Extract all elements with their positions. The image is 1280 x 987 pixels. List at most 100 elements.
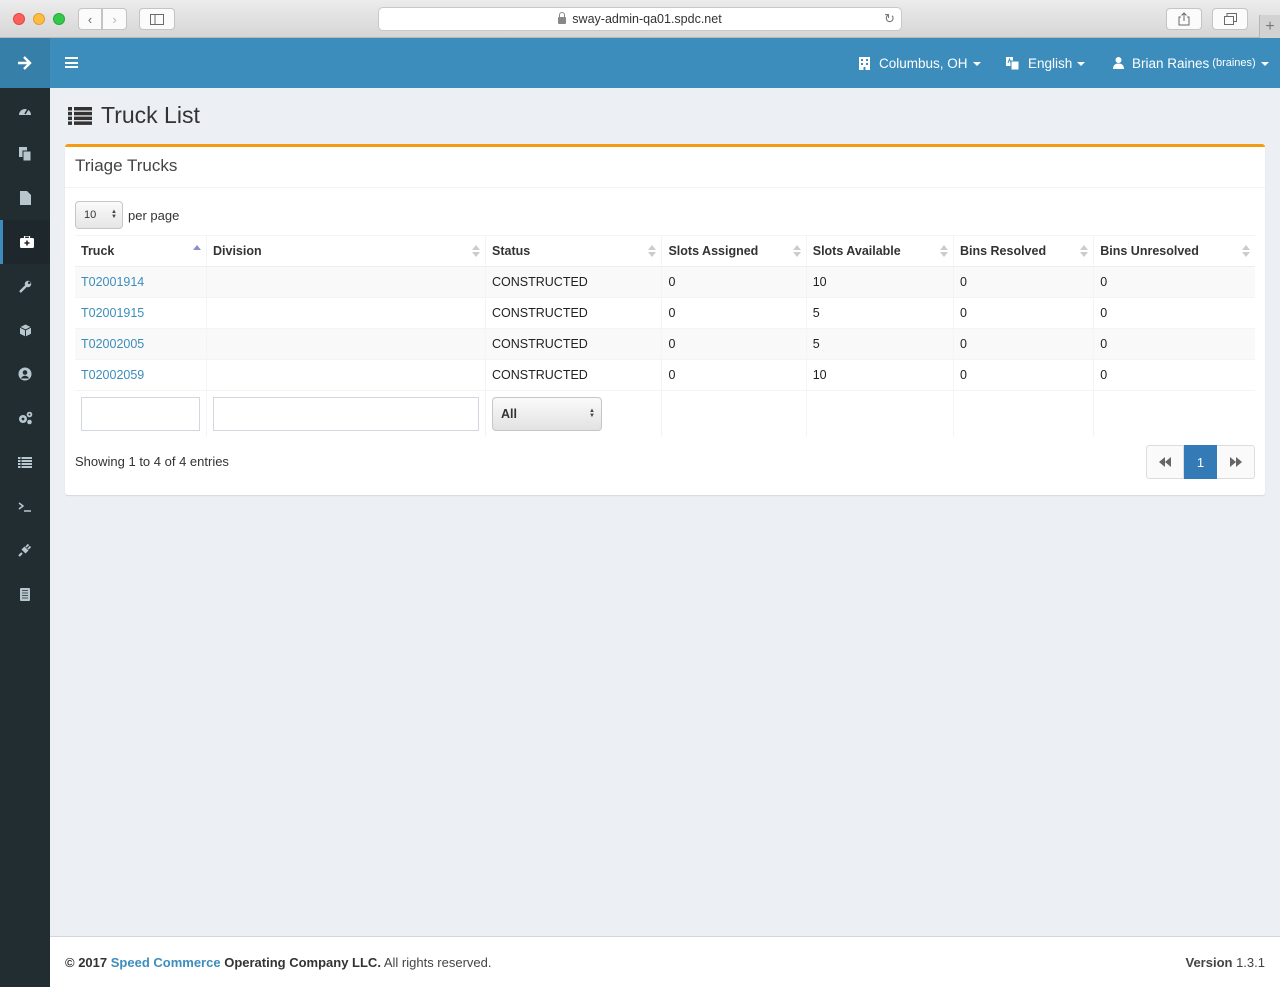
sidebar-item-triage[interactable] xyxy=(0,220,50,264)
column-header-status[interactable]: Status xyxy=(484,235,662,267)
company-link[interactable]: Speed Commerce xyxy=(111,955,221,970)
dashboard-icon xyxy=(19,108,31,115)
caret-down-icon xyxy=(1260,62,1269,66)
user-name: Brian Raines xyxy=(1132,55,1210,71)
cell-division xyxy=(206,359,486,391)
sort-icon xyxy=(472,245,480,259)
location-label: Columbus, OH xyxy=(879,55,968,71)
user-dropdown[interactable]: Brian Raines (braines) xyxy=(1113,38,1269,88)
table-info: Showing 1 to 4 of 4 entries xyxy=(75,454,229,469)
table-row: T02001915 CONSTRUCTED 0 5 0 0 xyxy=(75,297,1255,329)
sidebar-item-copy[interactable] xyxy=(0,132,50,176)
column-header-bins-resolved[interactable]: Bins Resolved xyxy=(952,235,1094,267)
share-button[interactable] xyxy=(1166,8,1202,30)
sort-icon xyxy=(939,245,948,259)
plug-icon xyxy=(18,543,32,557)
cell-bins-unresolved: 0 xyxy=(1093,297,1255,329)
box-title: Triage Trucks xyxy=(65,147,1265,188)
list-icon xyxy=(18,456,32,468)
zoom-window-button[interactable] xyxy=(53,13,65,25)
cell-truck: T02002059 xyxy=(75,359,207,391)
sort-asc-icon xyxy=(193,245,201,259)
location-dropdown[interactable]: Columbus, OH xyxy=(859,38,981,88)
cell-slots-available: 10 xyxy=(805,359,954,391)
pagination: 1 xyxy=(1146,445,1255,479)
page-title-text: Truck List xyxy=(101,102,200,128)
cell-bins-resolved: 0 xyxy=(952,266,1094,298)
cell-status: CONSTRUCTED xyxy=(484,266,662,298)
book-icon xyxy=(20,587,30,601)
minimize-window-button[interactable] xyxy=(33,13,45,25)
plus-icon: + xyxy=(1265,17,1275,35)
column-header-slots-available[interactable]: Slots Available xyxy=(805,235,954,267)
sidebar-item-dashboard[interactable] xyxy=(0,88,50,132)
sidebar-item-plugins[interactable] xyxy=(0,528,50,572)
select-arrows-icon: ▲ ▼ xyxy=(111,209,117,220)
page-1-button[interactable]: 1 xyxy=(1184,445,1217,479)
copyright: © 2017 Speed Commerce Operating Company … xyxy=(65,955,492,970)
url-text: sway-admin-qa01.spdc.net xyxy=(572,12,722,26)
sidebar-item-console[interactable] xyxy=(0,484,50,528)
sort-icon xyxy=(792,245,801,259)
reload-icon[interactable]: ↻ xyxy=(884,11,895,27)
last-page-button[interactable] xyxy=(1217,445,1255,479)
menu-toggle-icon[interactable] xyxy=(65,57,78,68)
column-header-division[interactable]: Division xyxy=(206,235,486,267)
select-arrows-icon: ▲ ▼ xyxy=(589,407,595,419)
trucks-table: Truck Division Status Slots Assigned Slo… xyxy=(75,235,1255,437)
cell-slots-available: 10 xyxy=(805,266,954,298)
column-header-slots-assigned[interactable]: Slots Assigned xyxy=(661,235,807,267)
status-filter-value: All xyxy=(501,406,517,421)
per-page-select[interactable]: 10 ▲ ▼ xyxy=(75,201,123,229)
sidebar-item-file[interactable] xyxy=(0,176,50,220)
language-dropdown[interactable]: English xyxy=(1006,38,1086,88)
top-navbar: Columbus, OH English Brian Raines (brain… xyxy=(50,38,1280,88)
truck-link[interactable]: T02002005 xyxy=(81,337,144,351)
per-page-value: 10 xyxy=(84,209,97,221)
brand-logo[interactable] xyxy=(0,38,50,88)
cell-division xyxy=(206,297,486,329)
sidebar-item-users[interactable] xyxy=(0,352,50,396)
new-tab-button[interactable]: + xyxy=(1259,15,1280,38)
per-page-label: per page xyxy=(128,207,180,223)
cell-slots-available: 5 xyxy=(805,328,954,360)
cell-bins-unresolved: 0 xyxy=(1093,266,1255,298)
sidebar-item-lists[interactable] xyxy=(0,440,50,484)
browser-back-button[interactable]: ‹ xyxy=(78,8,102,30)
table-row: T02001914 CONSTRUCTED 0 10 0 0 xyxy=(75,266,1255,298)
division-filter-input[interactable] xyxy=(213,396,479,431)
show-tabs-button[interactable] xyxy=(1212,8,1248,30)
truck-link[interactable]: T02001914 xyxy=(81,275,144,289)
sidebar-icon xyxy=(150,13,164,25)
cell-bins-resolved: 0 xyxy=(952,328,1094,360)
first-page-button[interactable] xyxy=(1146,445,1184,479)
column-header-bins-unresolved[interactable]: Bins Unresolved xyxy=(1093,235,1255,267)
sidebar-item-docs[interactable] xyxy=(0,572,50,616)
browser-forward-button[interactable]: › xyxy=(102,8,127,30)
truck-filter-input[interactable] xyxy=(81,396,200,431)
table-row: T02002059 CONSTRUCTED 0 10 0 0 xyxy=(75,359,1255,391)
cell-slots-assigned: 0 xyxy=(661,359,807,391)
cell-bins-resolved: 0 xyxy=(952,359,1094,391)
sidebar-item-settings[interactable] xyxy=(0,396,50,440)
truck-link[interactable]: T02001915 xyxy=(81,306,144,320)
wrench-icon xyxy=(18,280,31,293)
close-window-button[interactable] xyxy=(13,13,25,25)
language-icon xyxy=(1006,56,1019,70)
page-length-control: 10 ▲ ▼ per page xyxy=(75,201,179,229)
sort-icon xyxy=(1242,245,1250,259)
arrow-logo-icon xyxy=(18,56,32,70)
browser-sidebar-button[interactable] xyxy=(139,8,175,30)
sidebar xyxy=(0,38,50,987)
address-bar[interactable]: sway-admin-qa01.spdc.net ↻ xyxy=(378,7,902,31)
status-filter-select[interactable]: All ▲ ▼ xyxy=(492,396,602,431)
truck-link[interactable]: T02002059 xyxy=(81,368,144,382)
fast-forward-icon xyxy=(1229,457,1242,467)
cell-slots-assigned: 0 xyxy=(661,328,807,360)
column-header-truck[interactable]: Truck xyxy=(75,235,207,267)
cell-division xyxy=(206,328,486,360)
cell-status: CONSTRUCTED xyxy=(484,297,662,329)
sidebar-item-tools[interactable] xyxy=(0,264,50,308)
footer: © 2017 Speed Commerce Operating Company … xyxy=(50,936,1280,987)
sidebar-item-products[interactable] xyxy=(0,308,50,352)
